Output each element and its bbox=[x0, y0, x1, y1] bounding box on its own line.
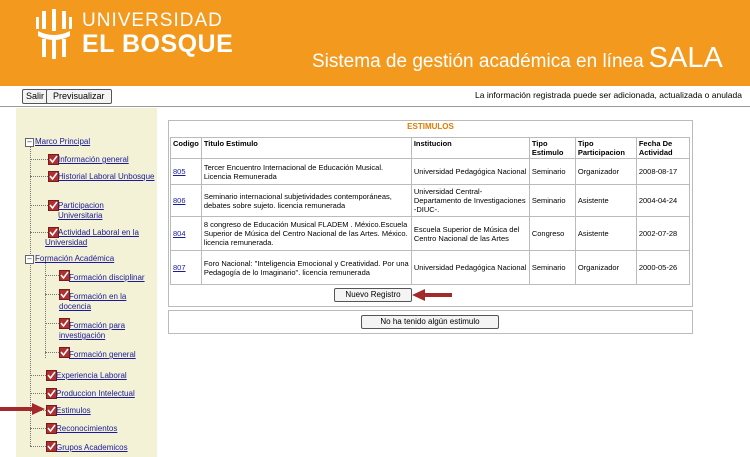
no-estimulo-box: No ha tenido algún estimulo bbox=[168, 310, 693, 334]
panel-title: ESTIMULOS bbox=[407, 122, 454, 131]
cell-fecha: 2002-07-28 bbox=[635, 216, 690, 251]
column-header: Titulo Estimulo bbox=[200, 137, 412, 159]
table-header-row: Codigo Titulo Estimulo Institucion Tipo … bbox=[170, 137, 690, 159]
tree-branch bbox=[30, 428, 46, 429]
cell-participacion: Organizador bbox=[574, 250, 637, 285]
sidebar-item-participacion-universitaria[interactable]: Participacion Universitaria bbox=[58, 201, 124, 221]
cell-codigo: 805 bbox=[170, 158, 202, 185]
sidebar-item-formacion-docencia[interactable]: Formación en la docencia bbox=[59, 292, 139, 312]
sidebar-item-formacion-general[interactable]: Formación general bbox=[69, 350, 136, 360]
sidebar-item-formacion-disciplinar[interactable]: Formación disciplinar bbox=[69, 273, 145, 283]
codigo-link[interactable]: 804 bbox=[173, 229, 186, 238]
system-brand: SALA bbox=[648, 42, 723, 74]
previsualizar-button[interactable]: Previsualizar bbox=[46, 89, 112, 104]
tree-branch bbox=[45, 352, 59, 353]
column-header: Fecha De Actividad bbox=[635, 137, 690, 159]
logo-text-el-bosque: EL BOSQUE bbox=[82, 30, 234, 58]
cell-tipo: Seminario bbox=[528, 158, 576, 185]
sidebar-item-formacion-academica[interactable]: Formación Académica bbox=[35, 254, 114, 264]
tree-branch bbox=[30, 205, 48, 206]
tree-branch bbox=[30, 176, 48, 177]
codigo-link[interactable]: 807 bbox=[173, 263, 186, 272]
sidebar-item-formacion-investigacion[interactable]: Formación para investigación bbox=[59, 321, 139, 341]
cell-titulo: Seminario internacional subjetividades c… bbox=[200, 184, 412, 217]
cell-institucion: Universidad Pedagógica Nacional bbox=[410, 158, 530, 185]
table-row: 806 Seminario internacional subjetividad… bbox=[170, 184, 690, 217]
sidebar-item-produccion-intelectual[interactable]: Produccion Intelectual bbox=[56, 389, 135, 399]
cell-participacion: Organizador bbox=[574, 158, 637, 185]
estimulos-panel: ESTIMULOS Codigo Titulo Estimulo Institu… bbox=[168, 120, 693, 307]
tree-branch bbox=[45, 294, 59, 295]
cell-fecha: 2004-04-24 bbox=[635, 184, 690, 217]
cell-participacion: Asistente bbox=[574, 184, 637, 217]
cell-institucion: Escuela Superior de Música del Centro Na… bbox=[410, 216, 530, 251]
codigo-link[interactable]: 806 bbox=[173, 196, 186, 205]
cell-codigo: 806 bbox=[170, 184, 202, 217]
tree-branch bbox=[30, 159, 48, 160]
tree-branch bbox=[30, 375, 46, 376]
sidebar-item-experiencia-laboral[interactable]: Experiencia Laboral bbox=[56, 371, 127, 381]
sidebar-item-actividad-laboral[interactable]: Actividad Laboral en la Universidad bbox=[45, 228, 155, 248]
salir-button[interactable]: Salir bbox=[22, 89, 49, 104]
annotation-arrow-icon bbox=[0, 403, 45, 415]
sidebar-item-estimulos[interactable]: Estimulos bbox=[56, 406, 91, 416]
annotation-arrow-icon bbox=[412, 289, 452, 301]
no-estimulo-button[interactable]: No ha tenido algún estimulo bbox=[361, 315, 499, 329]
cell-titulo: 8 congreso de Educación Musical FLADEM .… bbox=[200, 216, 412, 251]
nuevo-registro-button[interactable]: Nuevo Registro bbox=[334, 288, 412, 302]
cell-participacion: Asistente bbox=[574, 216, 637, 251]
system-title: Sistema de gestión académica en línea SAL… bbox=[312, 42, 723, 75]
table-row: 805 Tercer Encuentro Internacional de Ed… bbox=[170, 158, 690, 185]
cell-tipo: Seminario bbox=[528, 184, 576, 217]
collapse-icon[interactable]: − bbox=[25, 138, 34, 147]
table-row: 807 Foro Nacional: "Inteligencia Emocion… bbox=[170, 250, 690, 285]
tree-branch bbox=[45, 275, 59, 276]
cell-titulo: Foro Nacional: "Inteligencia Emocional y… bbox=[200, 250, 412, 285]
tree-branch bbox=[30, 393, 46, 394]
cell-codigo: 807 bbox=[170, 250, 202, 285]
cell-tipo: Seminario bbox=[528, 250, 576, 285]
sidebar-item-marco-principal[interactable]: Marco Principal bbox=[35, 137, 90, 147]
sidebar-item-reconocimientos[interactable]: Reconocimientos bbox=[56, 424, 117, 434]
sidebar-item-informacion-general[interactable]: Información general bbox=[58, 155, 129, 165]
cell-institucion: Universidad Central- Departamento de Inv… bbox=[410, 184, 530, 217]
tree-branch bbox=[30, 446, 46, 447]
system-title-text: Sistema de gestión académica en línea bbox=[312, 51, 644, 72]
column-header: Codigo bbox=[170, 137, 202, 159]
sidebar-item-historial-laboral[interactable]: Historial Laboral Unbosque bbox=[58, 172, 156, 182]
toolbar: Salir Previsualizar La información regis… bbox=[0, 86, 750, 107]
column-header: Tipo Participacion bbox=[574, 137, 637, 159]
collapse-icon[interactable]: − bbox=[25, 255, 34, 264]
cell-titulo: Tercer Encuentro Internacional de Educac… bbox=[200, 158, 412, 185]
table-row: 804 8 congreso de Educación Musical FLAD… bbox=[170, 216, 690, 251]
tree-line bbox=[30, 146, 31, 446]
estimulos-table: Codigo Titulo Estimulo Institucion Tipo … bbox=[170, 137, 690, 285]
cell-institucion: Universidad Pedagógica Nacional bbox=[410, 250, 530, 285]
info-message: La información registrada puede ser adic… bbox=[475, 90, 742, 100]
cell-tipo: Congreso bbox=[528, 216, 576, 251]
tree-branch bbox=[45, 323, 59, 324]
university-logo-icon bbox=[36, 9, 72, 59]
sidebar-item-grupos-academicos[interactable]: Grupos Academicos bbox=[56, 443, 128, 453]
cell-fecha: 2000-05-26 bbox=[635, 250, 690, 285]
cell-fecha: 2008-08-17 bbox=[635, 158, 690, 185]
codigo-link[interactable]: 805 bbox=[173, 167, 186, 176]
column-header: Tipo Estimulo bbox=[528, 137, 576, 159]
logo-text-universidad: UNIVERSIDAD bbox=[82, 10, 223, 31]
cell-codigo: 804 bbox=[170, 216, 202, 251]
app-header: UNIVERSIDAD EL BOSQUE Sistema de gestión… bbox=[0, 0, 750, 86]
column-header: Institucion bbox=[410, 137, 530, 159]
